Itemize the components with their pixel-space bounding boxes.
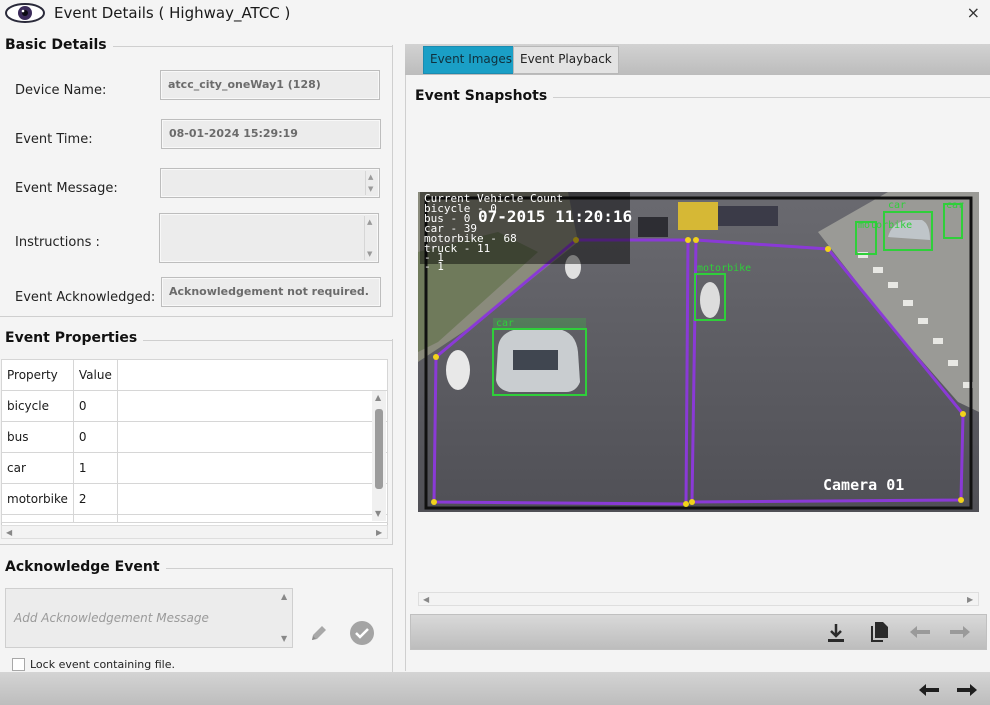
snapshot-scene: Current Vehicle Count bicycle - 0 bus - … (418, 192, 979, 512)
scroll-down-icon[interactable]: ▼ (375, 509, 381, 518)
scroll-up-icon[interactable]: ▲ (375, 393, 381, 402)
event-message-label: Event Message: (15, 181, 118, 196)
table-row[interactable]: motorbike 2 (1, 483, 389, 515)
arrow-right-icon[interactable] (948, 624, 972, 640)
camera-label: Camera 01 (823, 476, 904, 494)
tab-event-playback[interactable]: Event Playback (513, 46, 619, 74)
event-message-scrollbar[interactable]: ▲ ▼ (365, 171, 377, 195)
scrollbar-thumb[interactable] (375, 409, 383, 489)
scroll-up-icon[interactable]: ▲ (281, 592, 287, 601)
tab-event-images[interactable]: Event Images (423, 46, 520, 74)
window-title: Event Details ( Highway_ATCC ) (54, 4, 291, 22)
empty-cell (116, 483, 389, 515)
table-header-row: Property Value (1, 359, 389, 391)
column-header-property[interactable]: Property (1, 359, 74, 391)
overlay-line: - 1 (424, 260, 444, 273)
arrow-right-icon[interactable] (955, 682, 979, 698)
table-row[interactable]: car 1 (1, 452, 389, 484)
detection-label: car (496, 318, 514, 329)
eye-icon (5, 3, 45, 23)
event-snapshot-image[interactable]: Current Vehicle Count bicycle - 0 bus - … (418, 192, 979, 512)
acknowledge-message-input[interactable]: Add Acknowledgement Message (5, 588, 293, 648)
scroll-down-icon[interactable]: ▼ (367, 250, 372, 258)
empty-cell (116, 390, 389, 422)
event-time-label: Event Time: (15, 132, 93, 147)
table-row[interactable]: bus 0 (1, 421, 389, 453)
scroll-up-icon[interactable]: ▲ (368, 173, 373, 181)
tab-bar: Event Images Event Playback (405, 44, 990, 75)
image-toolbar (410, 614, 987, 650)
value-cell: 0 (72, 421, 118, 453)
detection-label: motorbike (697, 263, 751, 274)
arrow-left-icon[interactable] (908, 624, 932, 640)
properties-vertical-scrollbar[interactable] (372, 391, 386, 521)
scroll-left-icon[interactable]: ◀ (423, 595, 429, 604)
title-bar: Event Details ( Highway_ATCC ) × (0, 0, 990, 27)
arrow-left-icon[interactable] (917, 682, 941, 698)
copy-icon[interactable] (869, 620, 891, 644)
divider (96, 46, 393, 47)
footer-bar (0, 672, 990, 705)
empty-cell (116, 452, 389, 484)
divider (152, 568, 393, 569)
divider (540, 97, 990, 98)
event-message-field[interactable]: ▲ ▼ (160, 168, 380, 198)
property-cell: bus (1, 421, 74, 453)
device-name-label: Device Name: (15, 83, 107, 98)
detection-label: car (946, 200, 964, 211)
empty-cell (116, 421, 389, 453)
acknowledge-event-title: Acknowledge Event (5, 559, 166, 575)
event-time-field[interactable]: 08-01-2024 15:29:19 (161, 119, 381, 149)
snapshot-horizontal-scrollbar[interactable] (418, 592, 979, 606)
property-cell: motorbike (1, 483, 74, 515)
value-cell: 1 (72, 452, 118, 484)
lock-event-label: Lock event containing file. (30, 658, 175, 671)
scroll-up-icon[interactable]: ▲ (367, 218, 372, 226)
event-acknowledged-label: Event Acknowledged: (15, 290, 156, 305)
value-cell: 0 (72, 390, 118, 422)
column-header-value[interactable]: Value (72, 359, 118, 391)
event-snapshots-title: Event Snapshots (415, 88, 554, 104)
detection-label: motorbike (858, 220, 912, 231)
instructions-label: Instructions : (15, 235, 100, 250)
instructions-field[interactable]: ▲ ▼ (159, 213, 379, 263)
instructions-scrollbar[interactable]: ▲ ▼ (364, 216, 376, 260)
column-header-empty (116, 359, 389, 391)
scroll-right-icon[interactable]: ▶ (376, 528, 382, 537)
properties-table: Property Value bicycle 0 bus 0 car 1 mot… (1, 359, 389, 523)
snapshot-timestamp: 07-2015 11:20:16 (478, 207, 632, 226)
device-name-field[interactable]: atcc_city_oneWay1 (128) (160, 70, 380, 100)
property-cell: bicycle (1, 390, 74, 422)
property-cell (1, 514, 74, 523)
checkmark-circle-icon[interactable] (349, 620, 375, 646)
lock-event-checkbox[interactable] (12, 658, 25, 671)
divider (128, 340, 393, 341)
close-button[interactable]: × (967, 3, 980, 22)
properties-horizontal-scrollbar[interactable] (1, 525, 388, 539)
value-cell (72, 514, 118, 523)
property-cell: car (1, 452, 74, 484)
scroll-left-icon[interactable]: ◀ (6, 528, 12, 537)
empty-cell (116, 514, 389, 523)
scroll-down-icon[interactable]: ▼ (368, 185, 373, 193)
basic-details-title: Basic Details (5, 37, 113, 53)
event-acknowledged-field[interactable]: Acknowledgement not required. (161, 277, 381, 307)
value-cell: 2 (72, 483, 118, 515)
scroll-right-icon[interactable]: ▶ (967, 595, 973, 604)
event-properties-title: Event Properties (5, 330, 144, 346)
detection-label: car (888, 200, 906, 211)
table-row[interactable]: bicycle 0 (1, 390, 389, 422)
pencil-icon[interactable] (308, 622, 330, 644)
scroll-down-icon[interactable]: ▼ (281, 634, 287, 643)
download-icon[interactable] (825, 622, 847, 644)
table-row[interactable] (1, 514, 389, 523)
